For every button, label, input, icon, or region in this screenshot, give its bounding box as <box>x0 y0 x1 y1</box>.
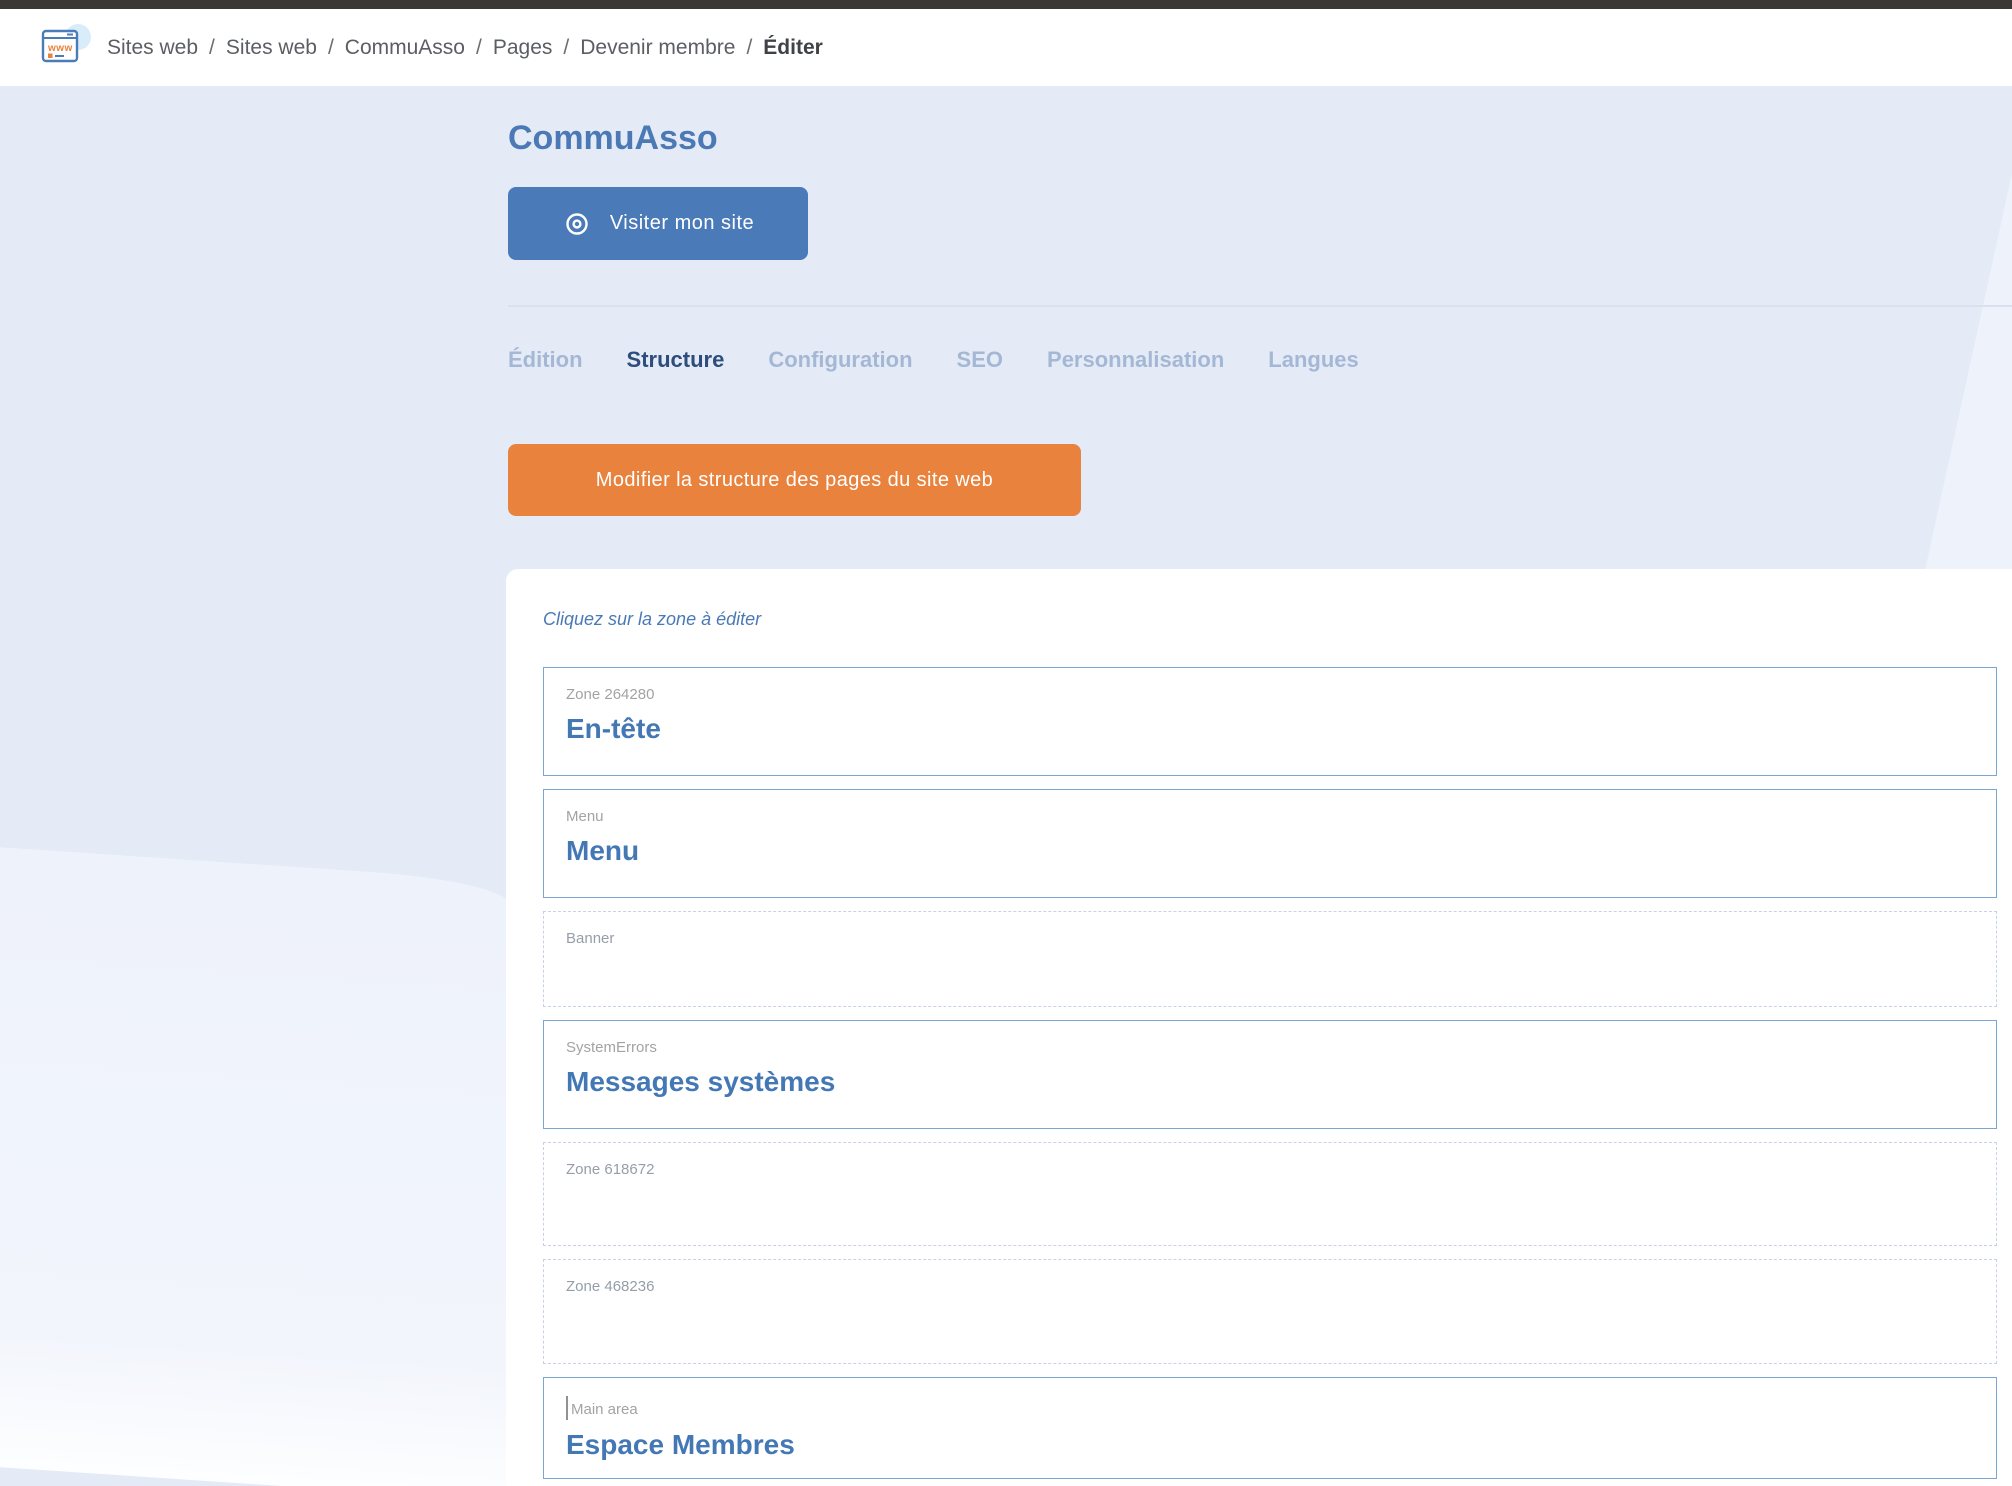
zone-main-area[interactable]: Main area Espace Membres <box>543 1377 1997 1479</box>
zone-title: Espace Membres <box>566 1428 1974 1462</box>
visit-site-button[interactable]: Visiter mon site <box>508 187 808 260</box>
zone-label: SystemErrors <box>566 1039 1974 1057</box>
tab-seo[interactable]: SEO <box>957 347 1003 373</box>
breadcrumb-item-sites-web-2[interactable]: Sites web <box>226 36 317 60</box>
zone-label: Zone 264280 <box>566 686 1974 704</box>
zone-468236[interactable]: Zone 468236 <box>543 1259 1997 1364</box>
breadcrumb-separator: / <box>746 36 752 60</box>
tabs-divider <box>508 305 2012 307</box>
zone-label: Zone 468236 <box>566 1278 1974 1296</box>
breadcrumb-item-pages[interactable]: Pages <box>493 36 553 60</box>
svg-text:www: www <box>47 43 73 54</box>
zone-title: Messages systèmes <box>566 1065 1974 1099</box>
breadcrumb-item-devenir-membre[interactable]: Devenir membre <box>580 36 735 60</box>
text-cursor <box>566 1396 568 1420</box>
zone-label: Main area <box>566 1396 1974 1420</box>
tab-structure[interactable]: Structure <box>627 347 725 373</box>
header: www Sites web / Sites web / CommuAsso / … <box>0 9 2012 86</box>
breadcrumb-separator: / <box>476 36 482 60</box>
tab-personnalisation[interactable]: Personnalisation <box>1047 347 1224 373</box>
screen: www Sites web / Sites web / CommuAsso / … <box>0 0 2012 1486</box>
breadcrumb: www Sites web / Sites web / CommuAsso / … <box>0 24 823 72</box>
breadcrumb-separator: / <box>563 36 569 60</box>
decorative-curve-left <box>0 847 508 1486</box>
breadcrumb-separator: / <box>328 36 334 60</box>
website-browser-icon: www <box>40 24 92 72</box>
structure-editor-card: Cliquez sur la zone à éditer Zone 264280… <box>506 569 2012 1486</box>
zone-label: Zone 618672 <box>566 1161 1974 1179</box>
editor-hint: Cliquez sur la zone à éditer <box>543 607 1997 631</box>
visit-site-button-label: Visiter mon site <box>610 212 754 235</box>
zone-banner[interactable]: Banner <box>543 911 1997 1007</box>
browser-top-strip <box>0 0 2012 9</box>
tab-configuration[interactable]: Configuration <box>768 347 912 373</box>
zone-618672[interactable]: Zone 618672 <box>543 1142 1997 1246</box>
eye-icon <box>562 211 592 237</box>
zone-label: Menu <box>566 808 1974 826</box>
breadcrumb-item-commuasso[interactable]: CommuAsso <box>345 36 465 60</box>
breadcrumb-item-sites-web-1[interactable]: Sites web <box>107 36 198 60</box>
breadcrumb-separator: / <box>209 36 215 60</box>
zone-entete[interactable]: Zone 264280 En-tête <box>543 667 1997 776</box>
zone-system-errors[interactable]: SystemErrors Messages systèmes <box>543 1020 1997 1129</box>
zone-menu[interactable]: Menu Menu <box>543 789 1997 898</box>
tab-edition[interactable]: Édition <box>508 347 583 373</box>
tab-bar: Édition Structure Configuration SEO Pers… <box>508 347 1359 373</box>
breadcrumb-item-editer: Éditer <box>763 36 823 60</box>
page-title: CommuAsso <box>508 118 718 158</box>
zone-title: Menu <box>566 834 1974 868</box>
zone-title: En-tête <box>566 712 1974 746</box>
modify-structure-button[interactable]: Modifier la structure des pages du site … <box>508 444 1081 516</box>
tab-langues[interactable]: Langues <box>1268 347 1358 373</box>
zone-label: Banner <box>566 930 1974 948</box>
